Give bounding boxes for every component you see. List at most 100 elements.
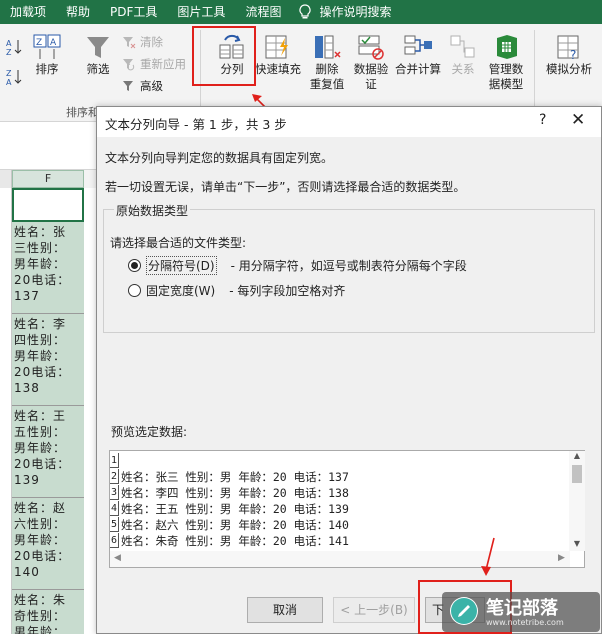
text-to-columns-dialog: 文本分列向导 - 第 1 步，共 3 步 ? ✕ 文本分列向导判定您的数据具有固… bbox=[96, 106, 602, 634]
back-button[interactable]: < 上一步(B) bbox=[333, 597, 415, 623]
consolidate-icon bbox=[404, 35, 432, 55]
relationships-label: 关系 bbox=[451, 62, 475, 76]
tab-picture-tools[interactable]: 图片工具 bbox=[167, 0, 235, 24]
what-if-analysis-button[interactable]: ? 模拟分析 bbox=[542, 32, 596, 77]
group-title: 原始数据类型 bbox=[114, 202, 191, 219]
table-cell[interactable]: 姓名：李 四性别： 男年龄： 20电话： 138 bbox=[12, 314, 84, 406]
scroll-up-icon[interactable]: ▲ bbox=[569, 451, 585, 463]
tab-addins[interactable]: 加载项 bbox=[0, 0, 56, 24]
table-cell[interactable]: 姓名：王 五性别： 男年龄： 20电话： 139 bbox=[12, 406, 84, 498]
brand-logo-icon bbox=[450, 597, 478, 625]
remove-duplicates-icon bbox=[315, 35, 341, 59]
flash-fill-button[interactable]: 快速填充 bbox=[254, 32, 302, 77]
cell-line: 四性别： bbox=[14, 333, 67, 347]
data-model-label-2: 据模型 bbox=[488, 77, 524, 91]
remove-duplicates-label-1: 删除 bbox=[315, 62, 339, 76]
data-preview[interactable]: 1 2 姓名：张三 性别：男 年龄：20 电话：137 3 姓名：李四 性别：男 年… bbox=[109, 450, 585, 568]
vertical-scrollbar[interactable]: ▲ ▼ bbox=[569, 451, 585, 551]
scroll-down-icon[interactable]: ▼ bbox=[569, 539, 585, 551]
svg-text:Z: Z bbox=[6, 48, 12, 56]
scroll-left-icon[interactable]: ◀ bbox=[114, 553, 121, 563]
cancel-button[interactable]: 取消 bbox=[247, 597, 323, 623]
consolidate-button[interactable]: 合并计算 bbox=[392, 32, 444, 77]
data-validation-button[interactable]: 数据验 证 bbox=[350, 32, 392, 92]
flash-fill-icon bbox=[265, 35, 288, 59]
scroll-thumb[interactable] bbox=[572, 465, 582, 483]
filter-label: 筛选 bbox=[86, 62, 110, 76]
tab-pdf-tools[interactable]: PDF工具 bbox=[100, 0, 167, 24]
row-text: 姓名：张三 性别：男 年龄：20 电话：137 bbox=[121, 470, 349, 484]
lightbulb-icon bbox=[297, 0, 313, 24]
sort-asc-icon[interactable]: AZ bbox=[6, 38, 24, 59]
svg-text:A: A bbox=[50, 38, 57, 48]
dialog-title-bar[interactable]: 文本分列向导 - 第 1 步，共 3 步 ? ✕ bbox=[97, 107, 601, 137]
row-text: 姓名：李四 性别：男 年龄：20 电话：138 bbox=[121, 486, 349, 500]
remove-duplicates-button[interactable]: 删除 重复值 bbox=[306, 32, 348, 92]
tell-me-search[interactable]: 操作说明搜索 bbox=[313, 0, 401, 24]
highlight-box bbox=[192, 26, 256, 86]
tab-flowchart[interactable]: 流程图 bbox=[235, 0, 291, 24]
row-number: 3 bbox=[110, 485, 119, 500]
svg-text:?: ? bbox=[570, 48, 576, 62]
watermark-url: www.notetribe.com bbox=[486, 618, 564, 627]
radio-selected-icon bbox=[128, 259, 141, 272]
cell-line: 姓名：朱 bbox=[14, 593, 67, 607]
preview-row: 6 姓名：朱奇 性别：男 年龄：20 电话：141 bbox=[110, 533, 349, 549]
cell-line: 五性别： bbox=[14, 425, 67, 439]
filter-button[interactable]: 筛选 bbox=[80, 34, 116, 77]
data-model-label-1: 管理数 bbox=[488, 62, 524, 76]
advanced-filter-button[interactable]: 高级 bbox=[122, 78, 163, 94]
sort-button[interactable]: ZA 排序 bbox=[30, 34, 64, 77]
preview-row: 3 姓名：李四 性别：男 年龄：20 电话：138 bbox=[110, 485, 349, 501]
table-cell[interactable]: 姓名：赵 六性别： 男年龄： 20电话： 140 bbox=[12, 498, 84, 590]
what-if-label: 模拟分析 bbox=[546, 62, 592, 76]
table-cell[interactable]: 姓名：朱 奇性别： 男年龄： bbox=[12, 590, 84, 634]
file-type-prompt: 请选择最合适的文件类型: bbox=[110, 236, 247, 250]
sort-desc-icon[interactable]: ZA bbox=[6, 68, 24, 89]
cell-line: 20电话： bbox=[14, 549, 71, 563]
advanced-filter-icon bbox=[123, 81, 133, 91]
reapply-icon bbox=[123, 59, 135, 71]
clear-button[interactable]: 清除 bbox=[122, 34, 163, 50]
cell-line: 139 bbox=[14, 473, 40, 487]
watermark: 笔记部落 www.notetribe.com bbox=[442, 592, 600, 632]
row-number: 5 bbox=[110, 517, 119, 532]
table-cell[interactable]: 姓名：张 三性别： 男年龄： 20电话： 137 bbox=[12, 222, 84, 314]
select-all-corner[interactable] bbox=[0, 170, 12, 188]
radio-delimited-label: 分隔符号(D) bbox=[146, 256, 217, 275]
radio-fixed-width[interactable]: 固定宽度(W) - 每列字段加空格对齐 bbox=[128, 282, 345, 299]
radio-fixed-label: 固定宽度(W) bbox=[146, 284, 216, 298]
tab-help[interactable]: 帮助 bbox=[56, 0, 100, 24]
sort-icon: ZA bbox=[33, 34, 61, 59]
manage-data-model-button[interactable]: 管理数 据模型 bbox=[484, 32, 528, 92]
active-cell[interactable] bbox=[12, 188, 84, 222]
excel-window: 加载项 帮助 PDF工具 图片工具 流程图 操作说明搜索 AZ ZA ZA 排序… bbox=[0, 0, 602, 634]
relationships-button[interactable]: 关系 bbox=[446, 32, 480, 77]
data-validation-label-1: 数据验 bbox=[353, 62, 389, 76]
preview-row: 5 姓名：赵六 性别：男 年龄：20 电话：140 bbox=[110, 517, 349, 533]
horizontal-scrollbar[interactable]: ◀ ▶ bbox=[110, 551, 570, 567]
scroll-right-icon[interactable]: ▶ bbox=[558, 553, 565, 563]
preview-row: 2 姓名：张三 性别：男 年龄：20 电话：137 bbox=[110, 469, 349, 485]
annotation-arrow-icon bbox=[481, 537, 495, 576]
reapply-button[interactable]: 重新应用 bbox=[122, 56, 186, 72]
remove-duplicates-label-2: 重复值 bbox=[309, 77, 345, 91]
radio-fixed-desc: - 每列字段加空格对齐 bbox=[229, 284, 346, 298]
row-number: 4 bbox=[110, 501, 119, 516]
svg-text:Z: Z bbox=[36, 38, 42, 48]
radio-delimited-desc: - 用分隔字符，如逗号或制表符分隔每个字段 bbox=[230, 259, 467, 273]
relationships-icon bbox=[450, 35, 475, 58]
cell-line: 姓名：李 bbox=[14, 317, 67, 331]
column-header-f[interactable]: F bbox=[12, 170, 84, 188]
sheet-area bbox=[84, 188, 96, 634]
cell-line: 男年龄： bbox=[14, 349, 67, 363]
clear-label: 清除 bbox=[140, 35, 163, 49]
close-button[interactable]: ✕ bbox=[571, 110, 585, 130]
cell-line: 20电话： bbox=[14, 365, 71, 379]
dialog-body: 文本分列向导判定您的数据具有固定列宽。 若一切设置无误，请单击“下一步”，否则请… bbox=[97, 137, 601, 633]
cell-line: 奇性别： bbox=[14, 609, 67, 623]
funnel-icon bbox=[87, 37, 109, 58]
radio-delimited[interactable]: 分隔符号(D) - 用分隔字符，如逗号或制表符分隔每个字段 bbox=[128, 256, 467, 275]
preview-row: 4 姓名：王五 性别：男 年龄：20 电话：139 bbox=[110, 501, 349, 517]
help-button[interactable]: ? bbox=[539, 112, 546, 128]
